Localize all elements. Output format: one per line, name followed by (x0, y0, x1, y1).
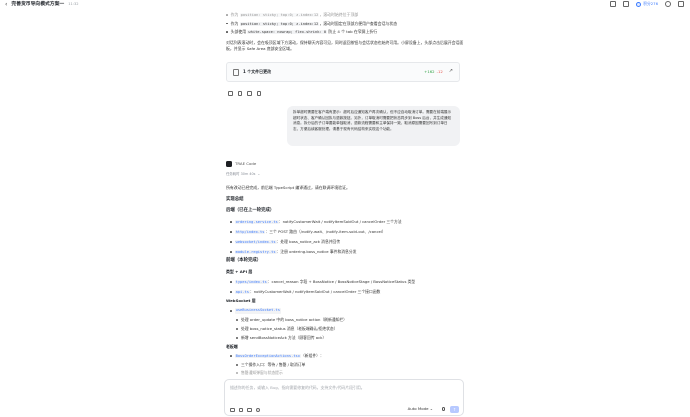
top-actions: 积分276 (610, 1, 684, 7)
list-item: 头部使用 white-space: nowrap; flex-shrink: 0… (226, 29, 464, 36)
credits-badge[interactable]: 积分276 (636, 1, 658, 7)
additions-count: +162 (424, 69, 435, 75)
credits-icon (636, 1, 642, 7)
user-message-bubble: 拆单超时需要在客户端有提示：超时后应通知客户再次确认，但不应自动取消订单。需要在… (287, 106, 460, 146)
deletions-count: -12 (436, 69, 443, 75)
list-item: websocket/index.ts：处理 boss_notice_ack 消息… (230, 239, 340, 246)
credits-label: 积分276 (643, 1, 658, 7)
intro-paragraph: 对话列表滚动时，会在吸顶区域下方滚动，保持聊天内容可见，同时返回按钮与会话状态也… (226, 39, 464, 51)
subsection-types-api: 类型 + API 层 (226, 269, 253, 274)
microphone-icon[interactable] (442, 406, 445, 411)
list-item: 作为 position: sticky; top:0; z-index:12，滚… (226, 12, 464, 19)
share-icon[interactable] (623, 1, 630, 7)
list-item: 作为 position: sticky; top:0; z-index:12，滚… (226, 21, 464, 28)
task-status[interactable]: 任务耗时 30m 40s ⌄ (226, 172, 260, 177)
model-icon[interactable] (255, 407, 260, 412)
file-icon (233, 68, 239, 76)
open-diff-icon[interactable]: ↗ (449, 68, 453, 76)
list-item: module-registry.ts：注册 ordering.boss_noti… (230, 249, 356, 256)
copy-icon[interactable] (247, 91, 252, 96)
avatar[interactable] (665, 1, 671, 7)
file-link[interactable]: types/index.ts (234, 280, 268, 284)
list-item: useBusinessSocket.ts (230, 308, 281, 314)
file-link[interactable]: module-registry.ts (234, 250, 277, 254)
previous-message: 作为 position: sticky; top:0; z-index:12，滚… (226, 12, 464, 51)
retry-icon[interactable] (256, 91, 261, 96)
file-link[interactable]: useBusinessSocket.ts (234, 308, 281, 314)
add-context-icon[interactable] (230, 407, 235, 412)
list-item: 售罄通知弹窗与状态提示 (236, 370, 283, 376)
chat-composer[interactable]: 描述你的任务，或输入 Bug、指向需要修复的代码，支持文件/代码片段引用。 Au… (224, 379, 464, 416)
report-title: 实现总结 (226, 197, 244, 202)
composer-input[interactable]: 描述你的任务，或输入 Bug、指向需要修复的代码，支持文件/代码片段引用。 (230, 385, 365, 391)
title-bar: ‹ 完善货币导向模式方案一 11:32 积分276 (0, 0, 690, 10)
list-item: ordering-service.ts：notifyCustomerWait /… (230, 219, 402, 226)
list-item: 三个操作入口：等待 / 售罄 / 取消订单 (236, 362, 305, 368)
document-icon[interactable] (610, 1, 617, 7)
section-frontend: 前端（本轮完成） (226, 258, 262, 263)
assistant-logo-icon (226, 161, 232, 167)
subsection-boss: 老板端 (226, 344, 238, 349)
list-item: types/index.ts：cancel_reason 字段 + BossNo… (230, 279, 415, 286)
subsection-websocket: WebSocket 层 (226, 298, 256, 303)
assistant-header: TRAE Code (226, 161, 256, 167)
back-button[interactable]: ‹ (5, 2, 7, 8)
assistant-summary: 所有改动已经完成，前后端 TypeScript 编译通过，请在联调环境验证。 (226, 185, 350, 190)
list-item: 处理 order_update 中的 boss_notice action（刷新… (236, 317, 347, 323)
thumbs-down-icon[interactable] (237, 91, 242, 96)
assistant-name: TRAE Code (235, 161, 257, 167)
more-icon[interactable] (678, 1, 684, 7)
chevron-down-icon: ⌄ (257, 172, 261, 176)
files-changed-label: 1 个文件已更改 (243, 69, 272, 74)
task-status-label: 任务耗时 30m 40s (226, 172, 256, 176)
image-icon[interactable] (238, 407, 243, 412)
file-link[interactable]: ordering-service.ts (234, 220, 279, 224)
conversation-title: 完善货币导向模式方案一 (11, 2, 65, 8)
mention-icon[interactable] (247, 407, 252, 412)
file-link[interactable]: websocket/index.ts (234, 240, 277, 244)
files-changed-card[interactable]: 1 个文件已更改 +162 -12 ↗ (226, 62, 460, 82)
send-button[interactable]: ↑ (450, 406, 459, 413)
file-link[interactable]: api.ts (234, 290, 250, 294)
list-item: http/index.ts：三个 POST 路由（/notify-wait、/n… (230, 229, 386, 236)
list-item: 新增 sendBossNoticeAck 方法（顾客回传 ack） (236, 335, 326, 341)
conversation-time: 11:32 (68, 2, 79, 7)
thumbs-up-icon[interactable] (228, 91, 233, 96)
file-link[interactable]: BossOrderExceptionActions.tsx (234, 354, 301, 358)
list-item: BossOrderExceptionActions.tsx（新组件）： (230, 353, 324, 360)
section-backend: 后端（已在上一轮完成） (226, 208, 275, 213)
message-actions (228, 91, 261, 96)
list-item: api.ts：notifyCustomerWait / notifyItemSo… (230, 289, 380, 296)
list-item: 处理 boss_notice_status 消息（老板端确认/拒绝状态） (236, 326, 338, 332)
composer-tools (230, 407, 260, 412)
file-link[interactable]: http/index.ts (234, 230, 266, 234)
mode-selector[interactable]: Auto Mode ⌄ (408, 406, 433, 412)
